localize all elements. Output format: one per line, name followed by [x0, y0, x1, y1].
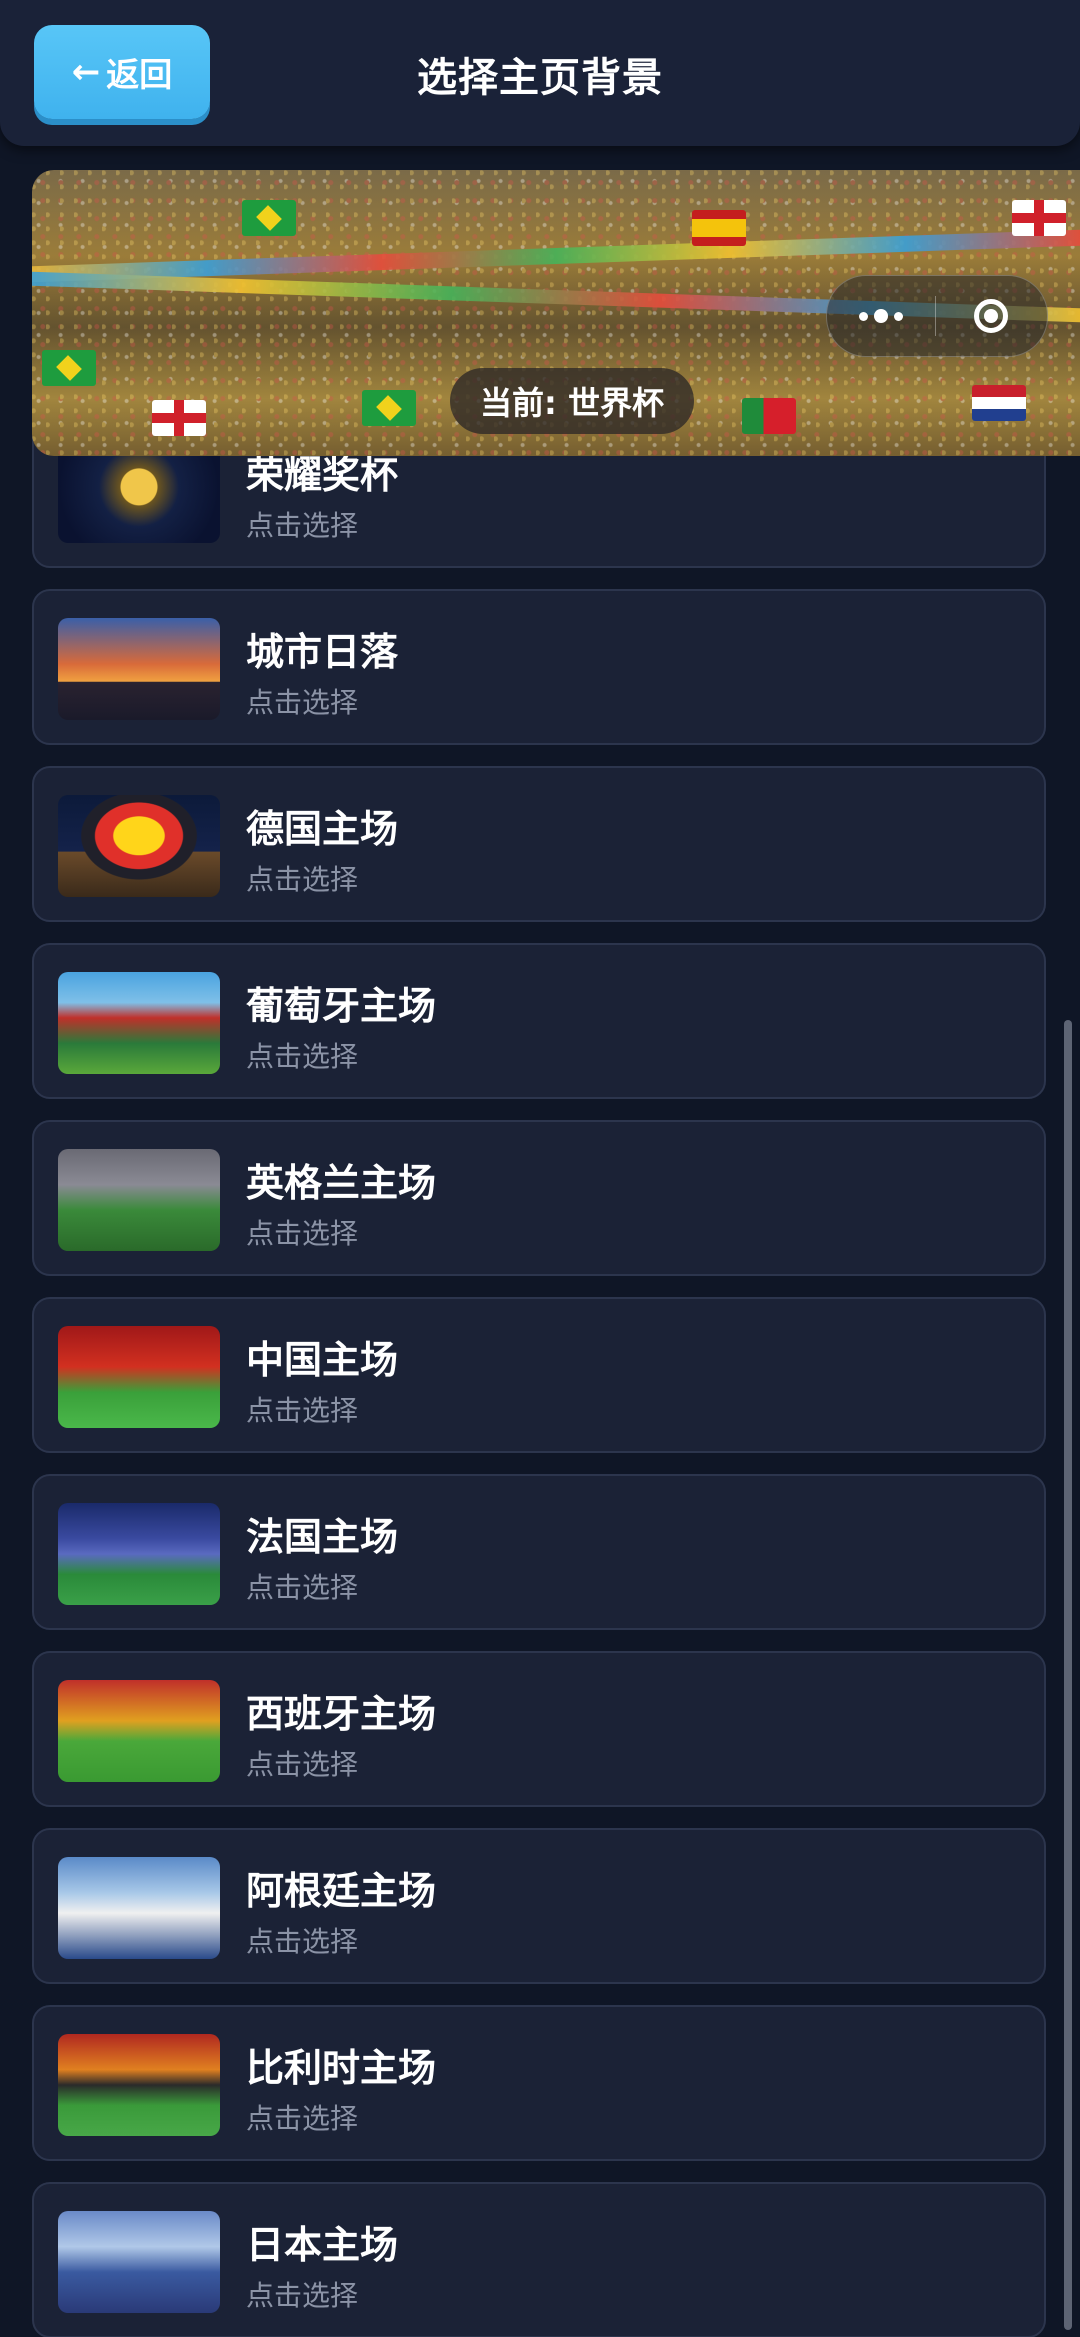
background-thumbnail — [58, 2034, 220, 2136]
background-option-hint: 点击选择 — [246, 2279, 359, 2312]
spain-flag-icon — [692, 210, 746, 246]
background-option-hint: 点击选择 — [246, 686, 359, 719]
background-option-hint: 点击选择 — [246, 1925, 359, 1958]
background-thumbnail — [58, 795, 220, 897]
background-option[interactable]: 中国主场 点击选择 — [32, 1297, 1046, 1453]
background-option-title: 中国主场 — [246, 1338, 399, 1382]
background-option-title: 德国主场 — [246, 807, 399, 851]
background-thumbnail — [58, 1857, 220, 1959]
brazil-flag-icon — [42, 350, 96, 386]
page-title: 选择主页背景 — [417, 55, 663, 101]
background-thumbnail — [58, 1326, 220, 1428]
close-target-icon[interactable] — [936, 276, 1046, 356]
background-option[interactable]: 德国主场 点击选择 — [32, 766, 1046, 922]
background-option-hint: 点击选择 — [246, 863, 359, 896]
portugal-flag-icon — [742, 398, 796, 434]
background-option-title: 日本主场 — [246, 2223, 399, 2267]
background-option-title: 葡萄牙主场 — [246, 984, 437, 1028]
background-option-hint: 点击选择 — [246, 2102, 359, 2135]
background-option[interactable]: 日本主场 点击选择 — [32, 2182, 1046, 2337]
background-option-title: 阿根廷主场 — [246, 1869, 437, 1913]
background-option[interactable]: 城市日落 点击选择 — [32, 589, 1046, 745]
background-option-hint: 点击选择 — [246, 1217, 359, 1250]
background-thumbnail — [58, 618, 220, 720]
background-option-hint: 点击选择 — [246, 1748, 359, 1781]
background-option-title: 法国主场 — [246, 1515, 399, 1559]
england-flag-icon — [1012, 200, 1066, 236]
miniprogram-capsule — [826, 275, 1048, 357]
more-icon[interactable] — [827, 276, 935, 356]
background-option[interactable]: 法国主场 点击选择 — [32, 1474, 1046, 1630]
background-option[interactable]: 阿根廷主场 点击选择 — [32, 1828, 1046, 1984]
header-bar: ← 返回 选择主页背景 — [0, 0, 1080, 146]
current-background-label: 当前: 世界杯 — [450, 368, 694, 434]
background-option-hint: 点击选择 — [246, 509, 359, 542]
background-option[interactable]: 比利时主场 点击选择 — [32, 2005, 1046, 2161]
page: ← 返回 选择主页背景 当前: 世界杯 荣耀奖杯 点击选择 城市日落 点击选择 德国主场… — [0, 0, 1080, 2337]
background-option-title: 英格兰主场 — [246, 1161, 437, 1205]
background-option[interactable]: 西班牙主场 点击选择 — [32, 1651, 1046, 1807]
background-thumbnail — [58, 441, 220, 543]
background-thumbnail — [58, 2211, 220, 2313]
background-thumbnail — [58, 1503, 220, 1605]
scrollbar[interactable] — [1064, 1020, 1072, 2330]
background-option-hint: 点击选择 — [246, 1394, 359, 1427]
england-flag-icon — [152, 400, 206, 436]
netherlands-flag-icon — [972, 385, 1026, 421]
background-option-hint: 点击选择 — [246, 1571, 359, 1604]
background-option-title: 西班牙主场 — [246, 1692, 437, 1736]
background-thumbnail — [58, 1680, 220, 1782]
background-thumbnail — [58, 1149, 220, 1251]
background-option-hint: 点击选择 — [246, 1040, 359, 1073]
background-option-title: 比利时主场 — [246, 2046, 437, 2090]
brazil-flag-icon — [362, 390, 416, 426]
background-option[interactable]: 英格兰主场 点击选择 — [32, 1120, 1046, 1276]
background-thumbnail — [58, 972, 220, 1074]
brazil-flag-icon — [242, 200, 296, 236]
background-option-title: 城市日落 — [246, 630, 399, 674]
background-option[interactable]: 葡萄牙主场 点击选择 — [32, 943, 1046, 1099]
